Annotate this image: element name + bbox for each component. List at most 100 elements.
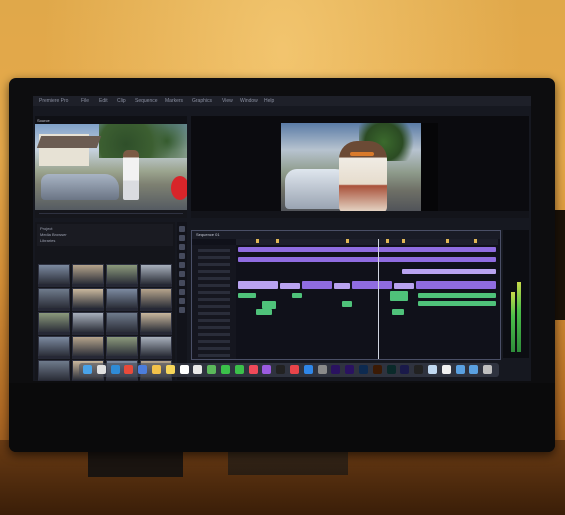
playhead[interactable] [378,239,379,359]
safari-icon[interactable] [110,365,120,374]
tool-icon[interactable] [179,280,185,286]
project-title[interactable]: Project [40,226,52,231]
terminal-icon[interactable] [414,365,424,374]
ruler-marker[interactable] [446,239,449,243]
tool-icon[interactable] [179,262,185,268]
clip-thumbnail[interactable] [72,264,104,285]
source-scrubber[interactable] [39,213,183,214]
ruler-marker[interactable] [276,239,279,243]
timeline-clip[interactable] [238,293,256,298]
clip-thumbnail[interactable] [106,312,138,333]
aftereffects-icon[interactable] [345,365,355,374]
clip-thumbnail[interactable] [140,336,172,357]
tool-icon[interactable] [179,289,185,295]
settings-icon[interactable] [317,365,327,374]
clip-thumbnail[interactable] [38,264,70,285]
timeline-clip[interactable] [256,309,272,315]
menu-item[interactable]: Sequence [135,97,158,105]
preview-icon[interactable] [428,365,437,374]
project-panel[interactable]: Project Media Browser Libraries [35,222,175,381]
menu-item[interactable]: Window [240,97,258,105]
music-icon[interactable] [248,365,258,374]
clip-thumbnail[interactable] [72,312,104,333]
audition-icon[interactable] [386,365,396,374]
chrome-icon[interactable] [124,365,134,374]
timeline-clip[interactable] [418,293,496,298]
clip-thumbnail[interactable] [72,288,104,309]
track-header[interactable] [198,270,230,273]
program-transport-controls[interactable] [191,211,529,218]
news-icon[interactable] [290,365,299,374]
source-tab[interactable]: Source [37,118,50,123]
clip-thumbnail[interactable] [140,288,172,309]
photos-icon[interactable] [152,365,161,374]
podcasts-icon[interactable] [262,365,272,374]
timeline-clip[interactable] [302,281,332,289]
messages-icon[interactable] [221,365,230,374]
facetime-icon[interactable] [234,365,244,374]
source-transport-controls[interactable] [35,210,187,218]
tool-icon[interactable] [179,235,185,241]
clip-thumbnail[interactable] [140,264,172,285]
ruler-marker[interactable] [474,239,477,243]
photoshop-icon[interactable] [359,365,368,374]
timeline-clip[interactable] [418,301,496,306]
timeline-clip[interactable] [342,301,352,307]
track-header[interactable] [198,305,230,308]
source-monitor[interactable]: Source [35,116,187,218]
timeline-clip[interactable] [392,309,404,315]
tool-icon[interactable] [179,307,185,313]
clip-thumbnail[interactable] [106,336,138,357]
clip-thumbnail[interactable] [106,288,138,309]
calendar-icon[interactable] [179,365,189,374]
clip-thumbnail[interactable] [38,288,70,309]
tv-icon[interactable] [276,365,286,374]
menu-item[interactable]: Graphics [192,97,212,105]
ruler-marker[interactable] [402,239,405,243]
clip-thumbnail[interactable] [140,312,172,333]
track-header[interactable] [198,333,230,336]
track-header[interactable] [198,347,230,350]
timeline-clip[interactable] [262,301,276,309]
tool-icon[interactable] [179,298,185,304]
clip-thumbnail[interactable] [72,336,104,357]
timeline-clip[interactable] [402,269,496,274]
notes-icon[interactable] [165,365,175,374]
illustrator-icon[interactable] [372,365,382,374]
track-header[interactable] [198,312,230,315]
folder-icon[interactable] [455,365,465,374]
timeline-clip[interactable] [280,283,300,289]
timeline-clip[interactable] [238,281,278,289]
tool-icon[interactable] [179,271,185,277]
clip-thumbnail[interactable] [38,336,70,357]
timeline-clip[interactable] [238,247,496,252]
menu-item[interactable]: Premiere Pro [39,97,68,105]
track-header[interactable] [198,354,230,357]
tool-icon[interactable] [179,244,185,250]
clip-thumbnail[interactable] [38,360,70,381]
finder-icon[interactable] [83,365,92,374]
timeline-panel[interactable]: Sequence 01 [191,230,501,360]
track-header[interactable] [198,326,230,329]
ruler-marker[interactable] [256,239,259,243]
ruler-marker[interactable] [386,239,389,243]
menu-item[interactable]: View [222,97,233,105]
track-header[interactable] [198,291,230,294]
track-header[interactable] [198,340,230,343]
menu-item[interactable]: File [81,97,89,105]
maps-icon[interactable] [207,365,217,374]
timeline-clip[interactable] [334,283,350,289]
reminders-icon[interactable] [193,365,203,374]
track-header[interactable] [198,263,230,266]
time-ruler[interactable] [236,239,498,245]
track-header[interactable] [198,277,230,280]
track-header[interactable] [198,284,230,287]
menu-item[interactable]: Edit [99,97,108,105]
trash-icon[interactable] [483,365,493,374]
downloads-icon[interactable] [469,365,479,374]
menu-item[interactable]: Clip [117,97,126,105]
timeline-clip[interactable] [390,291,408,301]
timeline-clip[interactable] [352,281,392,289]
track-header[interactable] [198,298,230,301]
timeline-clip[interactable] [394,283,414,289]
